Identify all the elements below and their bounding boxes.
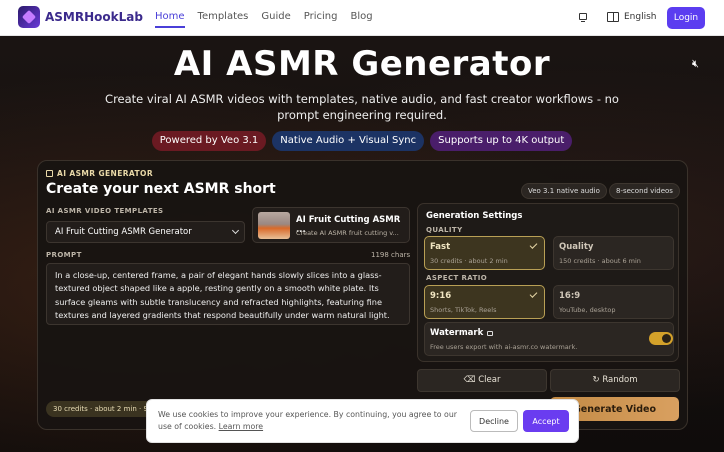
badge-4k: Supports up to 4K output — [430, 131, 573, 151]
hero-subtitle: Create viral AI ASMR videos with templat… — [105, 92, 619, 122]
lock-icon — [487, 331, 494, 336]
eraser-icon: ⌫ — [463, 375, 479, 385]
template-card-desc: Create AI ASMR fruit cutting v... — [296, 229, 399, 237]
generator-panel: AI ASMR GENERATOR Create your next ASMR … — [37, 160, 688, 430]
template-select[interactable]: AI Fruit Cutting ASMR Generator — [46, 221, 245, 243]
logo-icon[interactable] — [18, 6, 40, 28]
accept-button[interactable]: Accept — [523, 410, 569, 432]
learn-more-link[interactable]: Learn more — [219, 422, 263, 431]
nav-links: Home Templates Guide Pricing Blog — [155, 11, 386, 28]
check-icon — [529, 241, 538, 249]
aspect-9-16-option[interactable]: 9:16 Shorts, TikTok, Reels — [424, 285, 545, 319]
film-icon — [46, 170, 53, 177]
watermark-desc: Free users export with ai-asmr.co waterm… — [430, 343, 578, 351]
clear-button[interactable]: ⌫ Clear — [417, 369, 547, 392]
watermark-toggle[interactable] — [649, 332, 673, 345]
generation-settings: Generation Settings QUALITY Fast 30 cred… — [417, 203, 679, 362]
watermark-row: Watermark Free users export with ai-asmr… — [424, 322, 674, 356]
nav-link-pricing[interactable]: Pricing — [304, 11, 338, 28]
nav-link-blog[interactable]: Blog — [350, 11, 372, 28]
aspect-label: ASPECT RATIO — [426, 274, 488, 282]
monitor-icon[interactable] — [579, 13, 587, 23]
brand-name[interactable]: ASMRHookLab — [45, 10, 143, 24]
top-nav: ASMRHookLab Home Templates Guide Pricing… — [0, 0, 724, 36]
watermark-title: Watermark — [430, 328, 494, 338]
prompt-textarea[interactable]: In a close-up, centered frame, a pair of… — [46, 263, 410, 325]
prompt-label: PROMPT — [46, 251, 82, 259]
cookie-banner: We use cookies to improve your experienc… — [146, 399, 579, 443]
char-count: 1198 chars — [371, 251, 411, 259]
chip-duration: 8-second videos — [609, 183, 680, 199]
quality-fast-option[interactable]: Fast 30 credits · about 2 min — [424, 236, 545, 270]
quality-label: QUALITY — [426, 226, 463, 234]
nav-link-guide[interactable]: Guide — [261, 11, 290, 28]
refresh-icon: ↻ — [592, 375, 603, 385]
aspect-16-9-option[interactable]: 16:9 YouTube, desktop — [553, 285, 674, 319]
panel-title: Create your next ASMR short — [46, 181, 276, 197]
hero-title: AI ASMR Generator — [173, 44, 551, 84]
chip-native-audio: Veo 3.1 native audio — [521, 183, 607, 199]
chevron-down-icon — [231, 226, 240, 235]
templates-label: AI ASMR VIDEO TEMPLATES — [46, 207, 164, 215]
language-icon[interactable] — [607, 12, 619, 22]
decline-button[interactable]: Decline — [470, 410, 518, 432]
badge-audio: Native Audio + Visual Sync — [272, 131, 425, 151]
template-thumbnail — [258, 212, 290, 239]
language-selector[interactable]: English — [624, 12, 657, 22]
quality-quality-option[interactable]: Quality 150 credits · about 6 min — [553, 236, 674, 270]
settings-title: Generation Settings — [426, 211, 523, 221]
login-button[interactable]: Login — [667, 7, 705, 29]
template-card[interactable]: AI Fruit Cutting ASMR ... Create AI ASMR… — [252, 207, 410, 243]
random-button[interactable]: ↻ Random — [550, 369, 680, 392]
credits-pill: 30 credits · about 2 min · 9 — [46, 401, 155, 417]
panel-kicker: AI ASMR GENERATOR — [46, 169, 153, 178]
badge-veo: Powered by Veo 3.1 — [151, 131, 267, 151]
check-icon — [529, 290, 538, 298]
nav-link-home[interactable]: Home — [155, 11, 185, 28]
cookie-text: We use cookies to improve your experienc… — [158, 410, 457, 431]
feature-badges: Powered by Veo 3.1 Native Audio + Visual… — [0, 131, 724, 151]
nav-link-templates[interactable]: Templates — [198, 11, 249, 28]
